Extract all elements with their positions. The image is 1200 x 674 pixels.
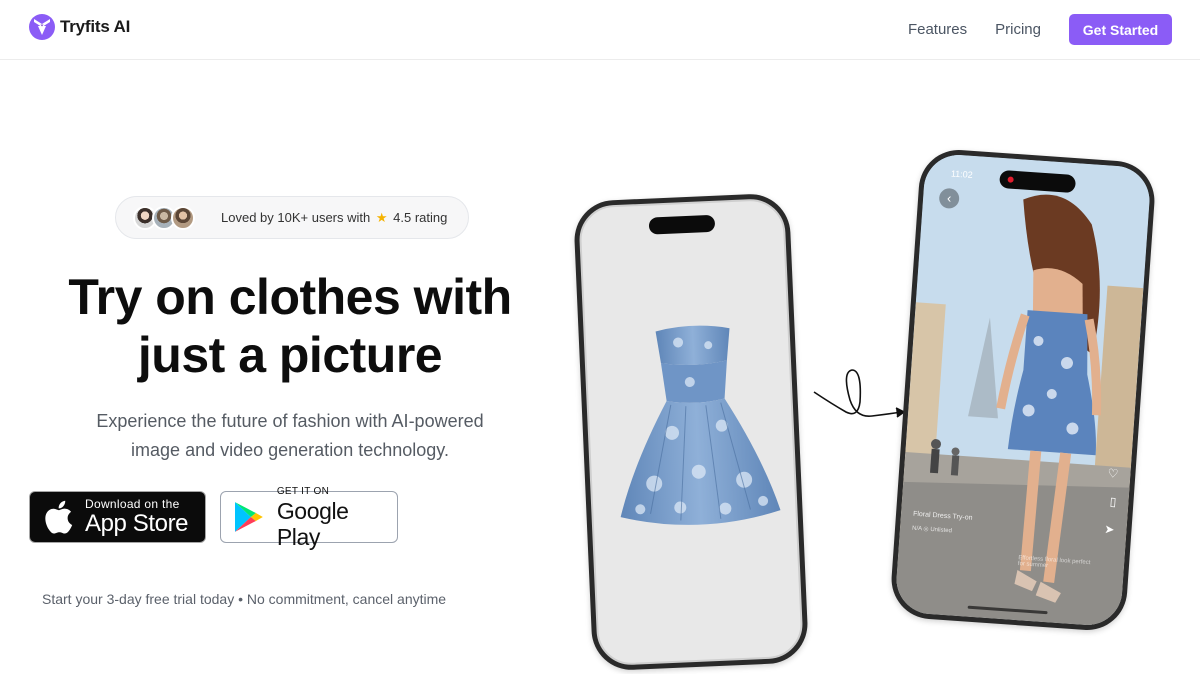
main-nav: Features Pricing Get Started — [908, 14, 1172, 45]
avatar — [171, 205, 195, 230]
subtext-line-1: Experience the future of fashion with AI… — [96, 411, 484, 431]
rating-value: 4.5 rating — [393, 209, 448, 225]
star-icon: ★ — [375, 209, 388, 225]
top-navbar: Tryfits AI Features Pricing Get Started — [0, 0, 1200, 60]
heart-icon[interactable]: ♡ — [1107, 466, 1119, 481]
google-play-small-label: GET IT ON — [276, 485, 330, 497]
brand-logo[interactable]: Tryfits AI — [28, 13, 130, 41]
subtext-line-2: image and video generation technology. — [131, 440, 449, 460]
curly-arrow-icon — [813, 369, 906, 418]
rating-text-pre: Loved by 10K+ users with — [221, 209, 371, 225]
phone-screen-video: 11:02 ‹ ♡ ▯ ➤ Floral Dress Try-on N/A ◎ … — [894, 152, 1152, 628]
google-play-label: Google Play — [276, 497, 349, 550]
app-store-texts: Download on the App Store — [85, 497, 189, 537]
phone-screen — [578, 197, 804, 667]
apple-icon — [45, 500, 73, 534]
nav-link-features[interactable]: Features — [908, 21, 967, 38]
brand-name: Tryfits AI — [60, 17, 131, 36]
dress-image — [620, 325, 781, 525]
hero-subtext: Experience the future of fashion with AI… — [40, 407, 540, 465]
social-proof-badge: Loved by 10K+ users with ★ 4.5 rating — [115, 196, 469, 239]
app-store-label: App Store — [85, 510, 189, 537]
app-store-small-label: Download on the — [85, 497, 180, 511]
user-avatars — [133, 205, 195, 230]
google-play-button[interactable]: GET IT ON Google Play — [220, 486, 398, 550]
share-icon[interactable]: ➤ — [1104, 522, 1115, 537]
phone-mockup-dress — [572, 192, 810, 672]
google-play-icon — [234, 502, 263, 532]
rating-text: Loved by 10K+ users with ★ 4.5 rating — [221, 210, 447, 226]
headline-line-2: just a picture — [137, 327, 443, 383]
status-time: 11:02 — [950, 168, 974, 180]
nav-link-pricing[interactable]: Pricing — [995, 21, 1041, 38]
get-started-button[interactable]: Get Started — [1069, 14, 1172, 45]
hero-headline: Try on clothes with just a picture — [20, 268, 560, 384]
trial-note: Start your 3-day free trial today • No c… — [42, 591, 447, 607]
recording-dot-icon — [1007, 176, 1014, 183]
headline-line-1: Try on clothes with — [68, 269, 512, 325]
phone-mockup-tryon-video: 11:02 ‹ ♡ ▯ ➤ Floral Dress Try-on N/A ◎ … — [888, 147, 1158, 633]
landing-page: Tryfits AI Features Pricing Get Started … — [0, 0, 1200, 674]
app-store-button[interactable]: Download on the App Store — [29, 491, 206, 543]
dynamic-island — [648, 214, 716, 235]
tuxedo-logo-icon — [29, 14, 55, 40]
bookmark-icon[interactable]: ▯ — [1109, 494, 1117, 508]
google-play-texts: GET IT ON Google Play — [277, 485, 397, 550]
